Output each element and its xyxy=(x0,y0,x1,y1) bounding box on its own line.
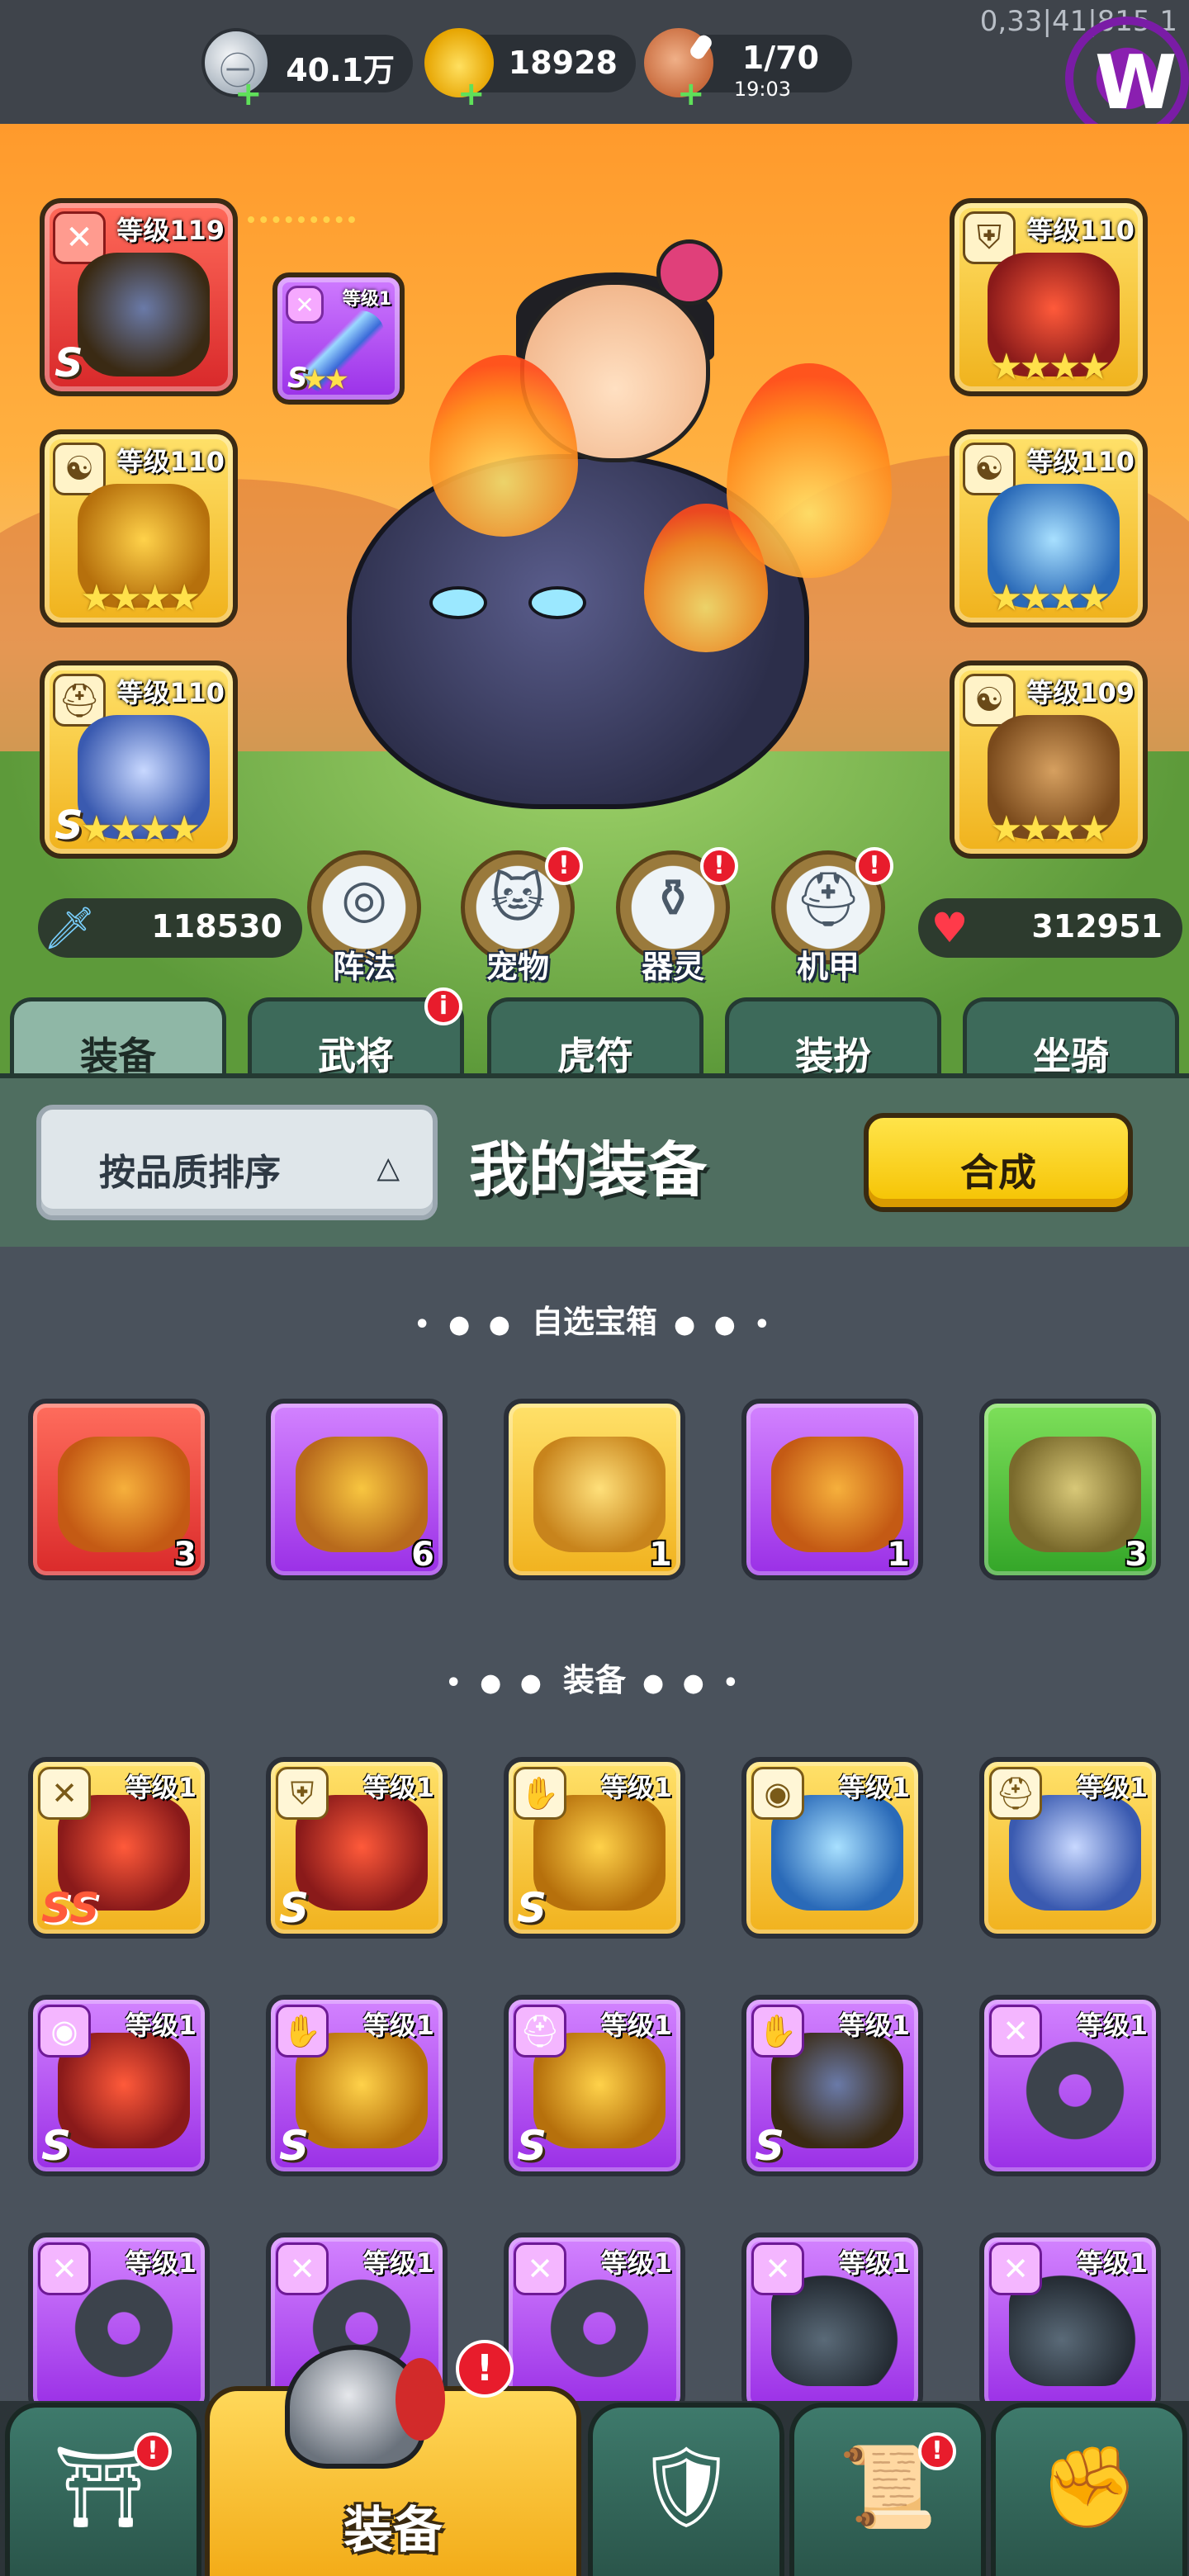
top-resource-bar: 40.1万 + 18928 + 1/70 19:03 + 0,33|41|815… xyxy=(0,0,1189,140)
equipment-item[interactable]: ✕ 等级1 xyxy=(979,1995,1161,2176)
treasure-chest-icon xyxy=(58,1437,190,1552)
synthesize-button[interactable]: 合成 xyxy=(864,1113,1133,1212)
armor-icon: ⛨ xyxy=(276,1767,329,1820)
knight-helmet-icon xyxy=(285,2345,445,2469)
stamina-resource[interactable]: 1/70 19:03 + xyxy=(644,28,852,111)
chest-item[interactable]: 6 xyxy=(266,1399,448,1580)
silver-amount: 40.1万 xyxy=(286,52,395,88)
alert-badge-icon: ! xyxy=(545,847,583,885)
mecha-button[interactable]: ⛑ 机甲 ! xyxy=(766,847,893,991)
gold-amount: 18928 xyxy=(508,45,618,81)
gauntlet-icon: ✋ xyxy=(276,2005,329,2057)
hp-stat: ♥ 312951 xyxy=(918,898,1182,958)
hero-character[interactable] xyxy=(330,239,892,834)
add-silver-icon[interactable]: + xyxy=(234,78,263,111)
spirit-button[interactable]: ⚱ 器灵 ! xyxy=(611,847,738,991)
sort-by-quality-button[interactable]: 按品质排序 △ xyxy=(36,1105,438,1220)
equip-slot-helmet[interactable]: ⛑ 等级110 S ★★★★ xyxy=(40,661,238,859)
w-logo-icon[interactable]: W xyxy=(1065,17,1189,140)
alert-badge-icon: ! xyxy=(456,2340,514,2398)
sword-power-icon: 🗡 xyxy=(43,903,96,952)
tab-equipment[interactable]: 装备 xyxy=(10,997,226,1080)
gauntlet-icon: ✋ xyxy=(751,2005,804,2057)
equipment-item[interactable]: ◉ 等级1 xyxy=(741,1757,923,1939)
equip-slot-sub-weapon[interactable]: ✕ 等级1 S ★★ xyxy=(272,272,405,405)
power-stat: 🗡 118530 xyxy=(38,898,302,958)
add-gold-icon[interactable]: + xyxy=(457,78,486,111)
sword-icon: ✕ xyxy=(38,1767,91,1820)
alert-badge-icon: i xyxy=(424,987,462,1025)
sword-icon: ✕ xyxy=(276,2242,329,2295)
chest-item[interactable]: 3 xyxy=(979,1399,1161,1580)
compass-icon: ◎ xyxy=(341,869,387,930)
equip-slot-amulet[interactable]: ☯ 等级110 ★★★★ xyxy=(40,429,238,627)
equip-slot-boots[interactable]: ☯ 等级109 ★★★★ xyxy=(950,661,1148,859)
sword-icon: ✕ xyxy=(989,2242,1042,2295)
equipment-item[interactable]: ◉ 等级1 S xyxy=(28,1995,210,2176)
helmet-icon: ⛑ xyxy=(989,1767,1042,1820)
nav-quest-button[interactable]: 📜 ! xyxy=(789,2403,986,2576)
equipment-item[interactable]: ⛨ 等级1 S xyxy=(266,1757,448,1939)
equipment-item[interactable]: ✕ 等级1 xyxy=(28,2233,210,2414)
stamina-amount: 1/70 xyxy=(741,40,819,76)
sword-icon: ✕ xyxy=(514,2242,566,2295)
fist-icon: ✊ xyxy=(1040,2441,1139,2533)
sword-icon: ✕ xyxy=(751,2242,804,2295)
equipment-item[interactable]: ✕ 等级1 xyxy=(979,2233,1161,2414)
category-tabs: 装备 武将 i 虎符 装扮 坐骑 xyxy=(0,987,1189,1080)
alert-badge-icon: ! xyxy=(918,2432,956,2470)
equipment-item[interactable]: ✋ 等级1 S xyxy=(741,1995,923,2176)
equipment-item[interactable]: ✕ 等级1 SS xyxy=(28,1757,210,1939)
equipment-item[interactable]: ⛑ 等级1 xyxy=(979,1757,1161,1939)
treasure-chest-icon xyxy=(1009,1437,1141,1552)
add-stamina-icon[interactable]: + xyxy=(677,78,705,111)
triangle-up-icon: △ xyxy=(377,1151,400,1185)
necklace-icon: ◉ xyxy=(38,2005,91,2057)
helmet-icon: ⛑ xyxy=(514,2005,566,2057)
alert-badge-icon: ! xyxy=(855,847,893,885)
equipment-item[interactable]: ✋ 等级1 S xyxy=(266,1995,448,2176)
chain-link-icon xyxy=(248,216,355,233)
equipment-item[interactable]: ⛑ 等级1 S xyxy=(504,1995,685,2176)
gold-resource[interactable]: 18928 + xyxy=(424,28,636,111)
equip-slot-armor[interactable]: ⛨ 等级110 ★★★★ xyxy=(950,198,1148,396)
section-title-chests: • ● ● 自选宝箱 ● ● • xyxy=(414,1304,775,1340)
equip-slot-talisman[interactable]: ☯ 等级110 ★★★★ xyxy=(950,429,1148,627)
gauntlet-icon: ✋ xyxy=(514,1767,566,1820)
nav-upgrade-button[interactable]: ✊ xyxy=(991,2403,1187,2576)
tab-costume[interactable]: 装扮 xyxy=(725,997,941,1080)
equip-slot-weapon[interactable]: ✕ 等级119 S xyxy=(40,198,238,396)
tab-mount[interactable]: 坐骑 xyxy=(963,997,1179,1080)
heart-icon: ♥ xyxy=(931,904,969,952)
shield-icon: 🛡 xyxy=(636,2441,737,2533)
pet-button[interactable]: 🐱 宠物 ! xyxy=(456,847,583,991)
treasure-chest-icon xyxy=(771,1437,903,1552)
chest-item[interactable]: 1 xyxy=(504,1399,685,1580)
tab-tiger-tally[interactable]: 虎符 xyxy=(487,997,703,1080)
treasure-chest-icon xyxy=(533,1437,666,1552)
section-title-equipment: • ● ● 装备 ● ● • xyxy=(445,1662,744,1698)
necklace-icon: ◉ xyxy=(751,1767,804,1820)
alert-badge-icon: ! xyxy=(700,847,738,885)
chest-item[interactable]: 1 xyxy=(741,1399,923,1580)
sword-icon: ✕ xyxy=(989,2005,1042,2057)
nav-battle-button[interactable]: 🛡 xyxy=(588,2403,784,2576)
sword-icon: ✕ xyxy=(38,2242,91,2295)
treasure-chest-icon xyxy=(296,1437,428,1552)
page-title: 我的装备 xyxy=(469,1135,708,1205)
inventory-scroll-area[interactable]: • ● ● 自选宝箱 ● ● • 3 6 1 1 3 • ● ● 装备 ● ● • ✕ … xyxy=(0,1247,1189,2414)
equipment-item[interactable]: ✕ 等级1 xyxy=(741,2233,923,2414)
stamina-timer: 19:03 xyxy=(733,78,791,101)
formation-button[interactable]: ◎ 阵法 xyxy=(302,850,426,991)
silver-resource[interactable]: 40.1万 + xyxy=(201,28,413,111)
equipment-header-panel: 按品质排序 △ 我的装备 合成 xyxy=(0,1073,1189,1247)
alert-badge-icon: ! xyxy=(134,2432,172,2470)
equipment-item[interactable]: ✋ 等级1 S xyxy=(504,1757,685,1939)
nav-city-button[interactable]: ⛩ ! xyxy=(5,2403,201,2576)
chest-item[interactable]: 3 xyxy=(28,1399,210,1580)
crossbow-icon xyxy=(78,253,210,376)
